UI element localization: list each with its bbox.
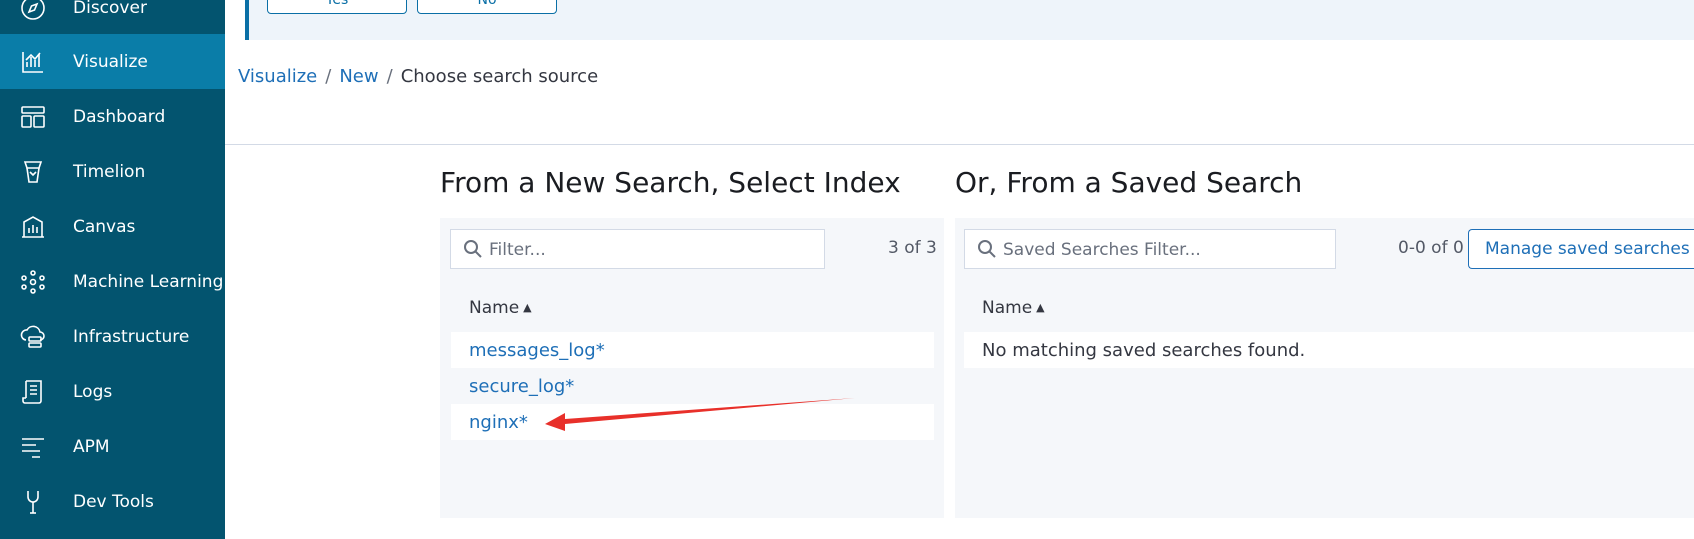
infrastructure-icon — [20, 324, 46, 350]
side-nav: Discover Visualize Dashboard Timelion Ca… — [0, 0, 225, 539]
sort-ascending-icon: ▲ — [1036, 301, 1045, 314]
breadcrumb-visualize[interactable]: Visualize — [238, 66, 317, 87]
index-panel-title: From a New Search, Select Index — [440, 166, 901, 199]
table-row: messages_log* — [451, 332, 934, 368]
nav-label: Discover — [73, 0, 147, 18]
breadcrumb-new[interactable]: New — [339, 66, 378, 87]
machine-learning-icon — [20, 269, 46, 295]
sort-ascending-icon: ▲ — [523, 301, 532, 314]
empty-state-row: No matching saved searches found. — [964, 332, 1694, 368]
search-icon — [977, 239, 997, 259]
index-filter-input[interactable] — [487, 230, 820, 270]
index-count: 3 of 3 — [888, 238, 937, 258]
saved-panel-title: Or, From a Saved Search — [955, 166, 1303, 199]
nav-label: Infrastructure — [73, 326, 190, 347]
dev-tools-icon — [20, 489, 46, 515]
breadcrumb: Visualize / New / Choose search source — [238, 66, 598, 87]
nav-item-discover[interactable]: Discover — [0, 0, 225, 35]
index-pattern-link[interactable]: secure_log* — [469, 376, 574, 397]
search-icon — [463, 239, 483, 259]
nav-label: APM — [73, 436, 110, 457]
column-header-label: Name — [982, 298, 1033, 318]
breadcrumb-separator: / — [386, 66, 393, 87]
table-row: secure_log* — [451, 368, 934, 404]
manage-saved-searches-button[interactable]: Manage saved searches — [1468, 229, 1694, 269]
dashboard-icon — [20, 104, 46, 130]
index-name-column-header[interactable]: Name ▲ — [469, 298, 532, 318]
nav-label: Canvas — [73, 216, 136, 237]
breadcrumb-separator: / — [325, 66, 332, 87]
saved-filter-input[interactable] — [1001, 230, 1331, 270]
nav-label: Logs — [73, 381, 113, 402]
nav-item-logs[interactable]: Logs — [0, 364, 225, 419]
nav-item-timelion[interactable]: Timelion — [0, 144, 225, 199]
nav-item-apm[interactable]: APM — [0, 419, 225, 474]
column-header-label: Name — [469, 298, 520, 318]
nav-item-machine-learning[interactable]: Machine Learning — [0, 254, 225, 309]
logs-icon — [20, 379, 46, 405]
no-button[interactable]: No — [417, 0, 557, 14]
nav-label: Dashboard — [73, 106, 166, 127]
header-divider — [225, 144, 1694, 145]
saved-filter-field — [964, 229, 1336, 270]
nav-item-dashboard[interactable]: Dashboard — [0, 89, 225, 144]
apm-icon — [20, 434, 46, 460]
saved-name-column-header[interactable]: Name ▲ — [982, 298, 1045, 318]
nav-label: Visualize — [73, 51, 148, 72]
index-pattern-link[interactable]: messages_log* — [469, 340, 605, 361]
nav-label: Machine Learning — [73, 271, 224, 292]
index-filter-field — [450, 229, 825, 270]
table-row: nginx* — [451, 404, 934, 440]
callout-banner: Yes No — [245, 0, 1694, 40]
yes-button[interactable]: Yes — [267, 0, 407, 14]
compass-icon — [20, 0, 46, 21]
empty-message: No matching saved searches found. — [982, 339, 1306, 361]
breadcrumb-current: Choose search source — [400, 66, 599, 87]
saved-count: 0-0 of 0 — [1398, 238, 1464, 258]
timelion-icon — [20, 159, 46, 185]
nav-item-canvas[interactable]: Canvas — [0, 199, 225, 254]
nav-item-infrastructure[interactable]: Infrastructure — [0, 309, 225, 364]
visualize-icon — [20, 49, 46, 75]
nav-item-visualize[interactable]: Visualize — [0, 34, 225, 89]
nav-label: Dev Tools — [73, 491, 154, 512]
canvas-icon — [20, 214, 46, 240]
index-pattern-link[interactable]: nginx* — [469, 412, 528, 433]
nav-label: Timelion — [73, 161, 146, 182]
nav-item-dev-tools[interactable]: Dev Tools — [0, 474, 225, 529]
